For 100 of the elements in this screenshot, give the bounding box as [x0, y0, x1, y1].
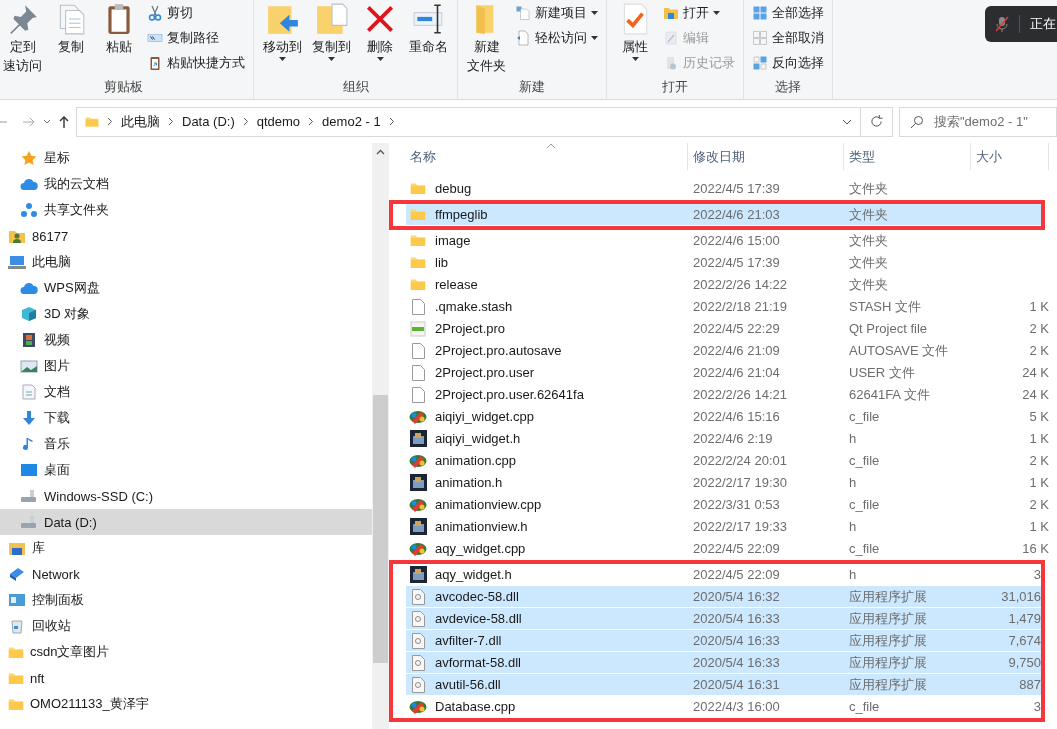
type-cell-text: AUTOSAVE 文件 — [848, 341, 950, 360]
file-row[interactable]: 2Project.pro 2022/4/5 22:29 Qt Project file 2 K — [406, 318, 1049, 340]
sidebar-item[interactable]: 回收站 — [0, 613, 372, 639]
scrollbar[interactable] — [372, 143, 389, 729]
file-row[interactable]: image 2022/4/6 15:00 文件夹 — [406, 230, 1049, 252]
ribbon-button[interactable]: 轻松访问 — [513, 26, 600, 49]
sidebar-item[interactable]: 下载 — [0, 405, 372, 431]
name-cell-text: animation.cpp — [434, 453, 517, 468]
breadcrumb[interactable]: 此电脑 — [121, 112, 160, 131]
breadcrumb[interactable]: Data (D:) — [182, 114, 235, 129]
ribbon-button[interactable]: 移动到 — [260, 0, 305, 77]
file-row[interactable]: avcodec-58.dll 2020/5/4 16:32 应用程序扩展 31,016 — [406, 586, 1041, 608]
sidebar-item[interactable]: 桌面 — [0, 457, 372, 483]
breadcrumb[interactable]: demo2 - 1 — [322, 114, 381, 129]
sidebar-item[interactable]: Windows-SSD (C:) — [0, 483, 372, 509]
size-cell-text: 24 K — [1021, 387, 1049, 402]
scroll-up-icon[interactable] — [376, 149, 385, 155]
file-row[interactable]: release 2022/2/26 14:22 文件夹 — [406, 274, 1049, 296]
sidebar-item[interactable]: 控制面板 — [0, 587, 372, 613]
sidebar-item[interactable]: csdn文章图片 — [0, 639, 372, 665]
sidebar-item[interactable]: nft — [0, 665, 372, 691]
ribbon-button[interactable]: 打开 — [661, 1, 737, 24]
file-row[interactable]: 2Project.pro.autosave 2022/4/6 21:09 AUTOSAVE 文件 2 K — [406, 340, 1049, 362]
folder-icon — [410, 182, 426, 195]
ribbon-button[interactable]: 新建 文件夹 — [464, 0, 509, 77]
column-header[interactable]: 大小 — [971, 143, 1049, 170]
sidebar-item[interactable]: OMO211133_黄泽宇 — [0, 691, 372, 717]
sidebar-item[interactable]: 图片 — [0, 353, 372, 379]
chevron-right-icon — [388, 117, 395, 126]
refresh-button[interactable] — [861, 106, 893, 137]
group-label: 组织 — [341, 78, 370, 96]
ribbon-button[interactable]: 重命名 — [406, 0, 451, 77]
size-cell-text: 5 K — [1028, 409, 1049, 424]
file-row[interactable]: avfilter-7.dll 2020/5/4 16:33 应用程序扩展 7,674 — [406, 630, 1041, 652]
easy-access-icon — [515, 29, 531, 46]
ribbon-button[interactable]: 定到 速访问 — [0, 0, 45, 77]
size-cell-text: 3 — [1032, 567, 1041, 582]
forward-icon[interactable] — [22, 115, 36, 128]
type-cell-text: h — [848, 431, 858, 446]
sidebar-item[interactable]: Data (D:) — [0, 509, 372, 535]
name-cell-text: image — [434, 233, 472, 248]
file-row[interactable]: .qmake.stash 2022/2/18 21:19 STASH 文件 1 K — [406, 296, 1049, 318]
up-arrow-icon[interactable] — [58, 114, 70, 129]
sidebar-item[interactable]: 文档 — [0, 379, 372, 405]
file-row[interactable]: Database.cpp 2022/4/3 16:00 c_file 3 — [406, 696, 1041, 718]
sidebar-item[interactable]: Network — [0, 561, 372, 587]
file-row[interactable]: 2Project.pro.user 2022/4/6 21:04 USER 文件 24 K — [406, 362, 1049, 384]
file-row[interactable]: animation.cpp 2022/2/24 20:01 c_file 2 K — [406, 450, 1049, 472]
sidebar-item[interactable]: 音乐 — [0, 431, 372, 457]
sidebar-item[interactable]: 星标 — [0, 145, 372, 171]
name-cell-text: animationview.h — [434, 519, 529, 534]
sidebar-item[interactable]: 此电脑 — [0, 249, 372, 275]
ribbon-button[interactable]: 复制 — [49, 0, 93, 77]
file-row[interactable]: avutil-56.dll 2020/5/4 16:31 应用程序扩展 887 — [406, 674, 1041, 696]
file-row[interactable]: lib 2022/4/5 17:39 文件夹 — [406, 252, 1049, 274]
file-row[interactable]: aqy_widget.cpp 2022/4/5 22:09 c_file 16 K — [406, 538, 1049, 560]
sidebar-item[interactable]: 我的云文档 — [0, 171, 372, 197]
chevron-down-icon[interactable] — [42, 117, 52, 126]
file-row[interactable]: animation.h 2022/2/17 19:30 h 1 K — [406, 472, 1049, 494]
folder-icon — [8, 671, 24, 685]
file-row[interactable]: aiqiyi_widget.h 2022/4/6 2:19 h 1 K — [406, 428, 1049, 450]
header-file-icon — [409, 566, 427, 583]
file-row[interactable]: avdevice-58.dll 2020/5/4 16:33 应用程序扩展 1,479 — [406, 608, 1041, 630]
sidebar-item[interactable]: 库 — [0, 535, 372, 561]
file-row[interactable]: aiqiyi_widget.cpp 2022/4/6 15:16 c_file 5 K — [406, 406, 1049, 428]
sidebar-item[interactable]: 3D 对象 — [0, 301, 372, 327]
caret-icon — [376, 57, 384, 61]
sidebar-item[interactable]: 86177 — [0, 223, 372, 249]
ribbon-button[interactable]: 全部取消 — [750, 26, 826, 49]
file-row[interactable]: avformat-58.dll 2020/5/4 16:33 应用程序扩展 9,750 — [406, 652, 1041, 674]
breadcrumb[interactable]: qtdemo — [256, 114, 301, 129]
column-header[interactable]: 名称 — [406, 143, 688, 170]
sidebar-item[interactable]: WPS网盘 — [0, 275, 372, 301]
file-row[interactable]: aqy_widget.h 2022/4/5 22:09 h 3 — [406, 564, 1041, 586]
search-field[interactable]: 搜索"demo2 - 1" — [899, 106, 1057, 137]
address-bar[interactable]: 此电脑 Data (D:) qtdemo demo2 - 1 — [76, 106, 861, 137]
ribbon-button[interactable]: 复制到 — [309, 0, 354, 77]
sidebar-item[interactable]: 共享文件夹 — [0, 197, 372, 223]
caret-icon — [631, 57, 639, 61]
column-header[interactable]: 修改日期 — [688, 143, 844, 170]
name-cell-text: .qmake.stash — [434, 299, 514, 314]
ribbon-button[interactable]: 属性 — [613, 0, 657, 77]
ribbon-button[interactable]: 反向选择 — [750, 51, 826, 74]
ribbon-button[interactable]: 复制路径 — [145, 26, 247, 49]
chevron-down-icon[interactable] — [842, 117, 852, 126]
ribbon-button[interactable]: 新建项目 — [513, 1, 600, 24]
column-header[interactable]: 类型 — [844, 143, 971, 170]
ribbon-button[interactable]: 删除 — [358, 0, 402, 77]
file-row[interactable]: debug 2022/4/5 17:39 文件夹 — [406, 178, 1049, 200]
file-row[interactable]: 2Project.pro.user.62641fa 2022/2/26 14:21 62641FA 文件 24 K — [406, 384, 1049, 406]
file-row[interactable]: ffmpeglib 2022/4/6 21:03 文件夹 — [406, 204, 1041, 226]
ribbon-button[interactable]: 粘贴快捷方式 — [145, 51, 247, 74]
ribbon-button[interactable]: 剪切 — [145, 1, 247, 24]
ribbon-button[interactable]: 全部选择 — [750, 1, 826, 24]
ribbon-button[interactable]: 粘贴 — [97, 0, 141, 77]
date-cell-text: 2020/5/4 16:31 — [692, 677, 781, 692]
sidebar-item[interactable]: 视频 — [0, 327, 372, 353]
name-cell-text: release — [434, 277, 479, 292]
file-row[interactable]: animationview.cpp 2022/3/31 0:53 c_file 2 K — [406, 494, 1049, 516]
file-row[interactable]: animationview.h 2022/2/17 19:33 h 1 K — [406, 516, 1049, 538]
